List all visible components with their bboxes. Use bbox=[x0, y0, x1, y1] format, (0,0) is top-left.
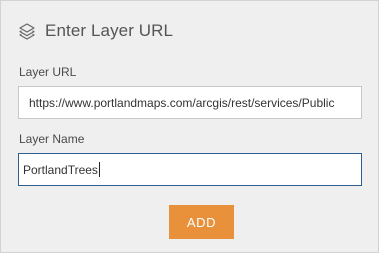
layer-name-value: PortlandTrees bbox=[23, 162, 98, 177]
page-title: Enter Layer URL bbox=[45, 21, 174, 40]
layer-url-value: https://www.portlandmaps.com/arcgis/rest… bbox=[29, 95, 335, 110]
panel-header: Enter Layer URL bbox=[18, 19, 173, 43]
layer-name-input[interactable]: PortlandTrees bbox=[18, 153, 362, 186]
enter-layer-url-panel: Enter Layer URL Layer URL https://www.po… bbox=[0, 0, 379, 253]
layers-icon bbox=[18, 22, 36, 40]
layer-name-label: Layer Name bbox=[19, 132, 85, 146]
text-caret bbox=[98, 162, 100, 177]
layer-url-input[interactable]: https://www.portlandmaps.com/arcgis/rest… bbox=[18, 86, 362, 119]
add-button[interactable]: ADD bbox=[169, 205, 234, 239]
layer-url-label: Layer URL bbox=[19, 65, 77, 79]
